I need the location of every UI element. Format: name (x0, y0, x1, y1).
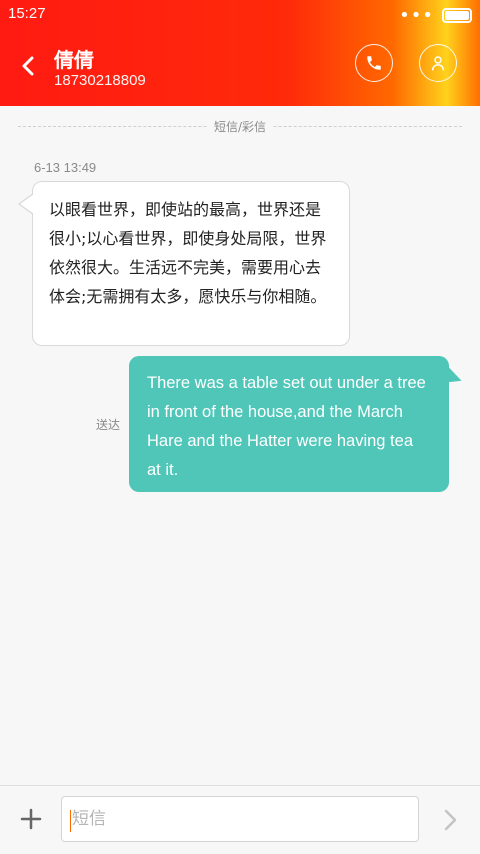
person-icon (432, 56, 444, 71)
message-input[interactable] (62, 797, 418, 841)
outgoing-message-text: There was a table set out under a tree i… (147, 374, 426, 479)
conversation-header: 15:27 ••• 倩倩 18730218809 (0, 0, 480, 106)
incoming-message-text: 以眼看世界，即使站的最高，世界还是很小;以心看世界，即使身处局限，世界依然很大。… (49, 200, 327, 306)
message-timestamp: 6-13 13:49 (34, 160, 97, 175)
contact-name: 倩倩 (54, 50, 94, 72)
call-button[interactable] (355, 44, 393, 82)
delivery-status: 送达 (96, 418, 121, 432)
status-indicators: ••• (399, 4, 472, 26)
more-dots-icon: ••• (399, 4, 434, 26)
back-arrow-icon[interactable] (18, 55, 40, 77)
contact-number: 18730218809 (54, 72, 146, 89)
phone-icon (367, 56, 381, 70)
add-attachment-icon[interactable] (20, 808, 42, 830)
contact-info-button[interactable] (419, 44, 457, 82)
battery-icon (442, 8, 472, 23)
outgoing-message-bubble[interactable]: There was a table set out under a tree i… (129, 356, 449, 492)
message-type-label: 短信/彩信 (207, 118, 273, 135)
composer-bar (0, 785, 480, 854)
incoming-message-bubble[interactable]: 以眼看世界，即使站的最高，世界还是很小;以心看世界，即使身处局限，世界依然很大。… (32, 181, 350, 346)
status-time: 15:27 (8, 5, 46, 22)
message-input-box[interactable] (61, 796, 419, 842)
send-arrow-icon[interactable] (440, 808, 460, 832)
text-caret (70, 810, 71, 832)
incoming-bubble-tail (20, 194, 34, 214)
